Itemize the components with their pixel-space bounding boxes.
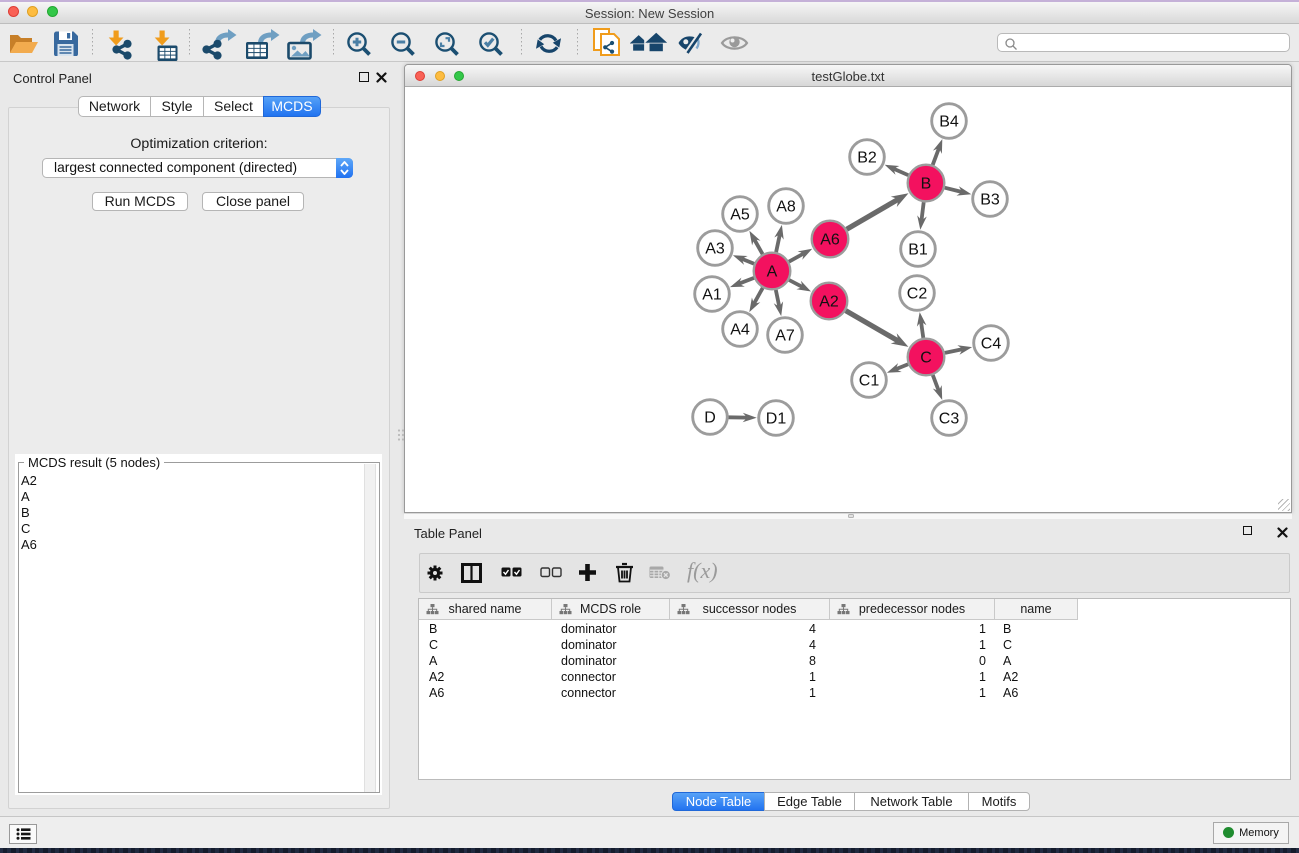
svg-text:B: B <box>921 176 932 193</box>
svg-text:B2: B2 <box>857 150 877 167</box>
svg-text:C3: C3 <box>939 411 960 428</box>
svg-text:B3: B3 <box>980 192 1000 209</box>
svg-text:C4: C4 <box>981 336 1002 353</box>
svg-text:B1: B1 <box>908 242 928 259</box>
svg-text:B4: B4 <box>939 114 959 131</box>
svg-text:D1: D1 <box>766 411 787 428</box>
svg-text:A4: A4 <box>730 322 750 339</box>
svg-text:A5: A5 <box>730 207 750 224</box>
svg-text:C: C <box>920 350 932 367</box>
svg-text:A3: A3 <box>705 241 725 258</box>
svg-text:C1: C1 <box>859 373 880 390</box>
svg-text:A: A <box>767 264 778 281</box>
svg-text:C2: C2 <box>907 286 928 303</box>
svg-text:A2: A2 <box>819 294 839 311</box>
svg-text:A7: A7 <box>775 328 795 345</box>
svg-text:A1: A1 <box>702 287 722 304</box>
svg-text:D: D <box>704 410 716 427</box>
svg-text:A8: A8 <box>776 199 796 216</box>
svg-text:A6: A6 <box>820 232 840 249</box>
